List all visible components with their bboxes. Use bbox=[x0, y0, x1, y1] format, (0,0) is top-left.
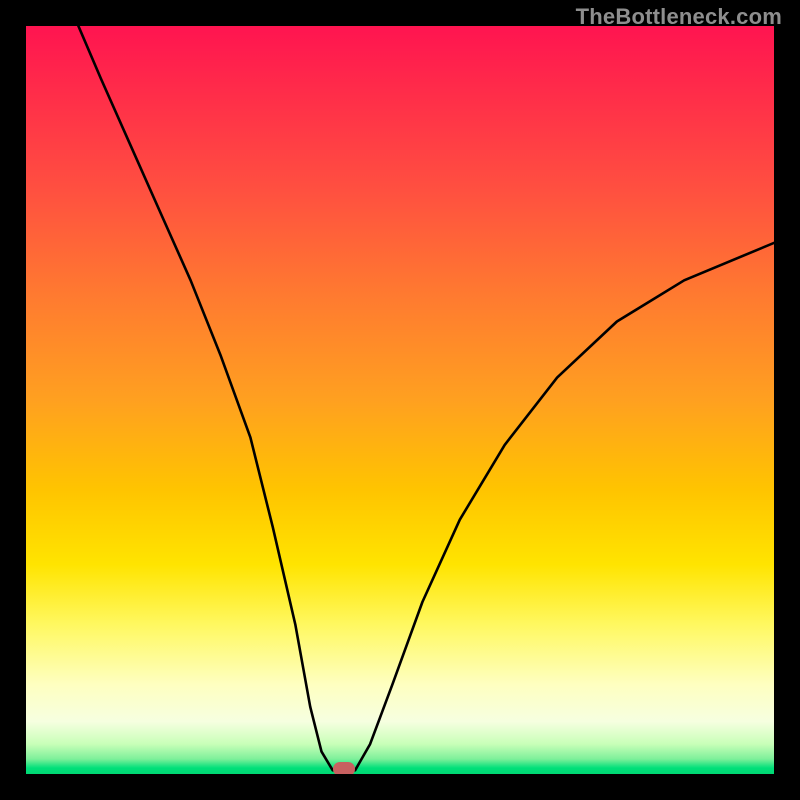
chart-frame: TheBottleneck.com bbox=[0, 0, 800, 800]
plot-area bbox=[26, 26, 774, 774]
optimal-point-marker bbox=[333, 762, 355, 774]
bottleneck-curve bbox=[26, 26, 774, 774]
